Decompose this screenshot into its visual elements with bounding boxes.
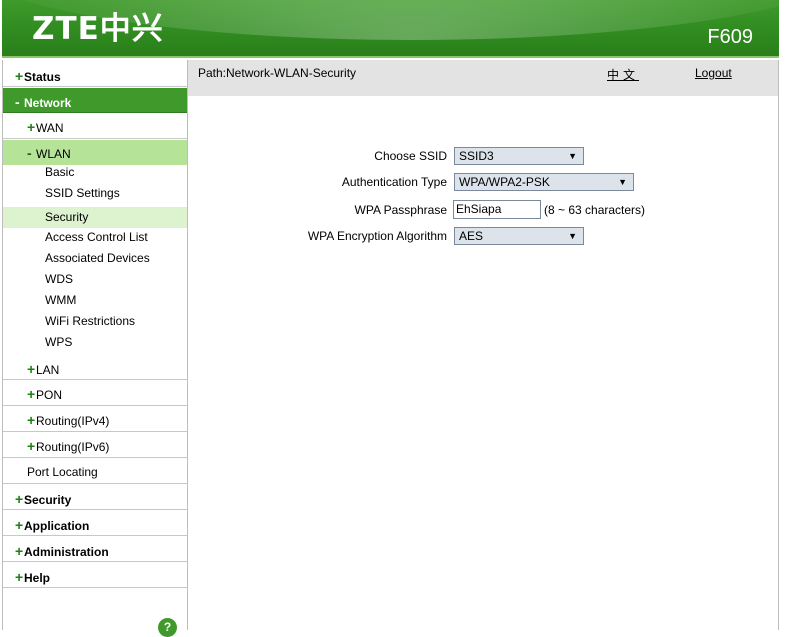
logout-link[interactable]: Logout — [695, 66, 732, 80]
menu-label: Application — [24, 519, 90, 533]
encryption-select-value: AES — [459, 229, 484, 243]
menu-application[interactable]: +Application — [3, 511, 187, 536]
menu-network[interactable]: - Network — [3, 88, 187, 113]
menu-wlan-access-control-list[interactable]: Access Control List — [3, 227, 187, 248]
expand-icon: + — [15, 68, 24, 84]
content-area: Path:Network-WLAN-Security 中文 Logout Cho… — [188, 60, 779, 630]
expand-icon: + — [15, 569, 24, 585]
menu-lan[interactable]: +LAN — [3, 355, 187, 380]
menu-label: LAN — [36, 363, 60, 377]
menu-label: Routing(IPv4) — [36, 414, 110, 428]
model-name: F609 — [707, 26, 753, 48]
menu-wlan-security[interactable]: Security — [3, 207, 187, 228]
language-link[interactable]: 中文 — [607, 66, 639, 83]
menu-label: WLAN — [36, 147, 71, 161]
encryption-algorithm-label: WPA Encryption Algorithm — [307, 229, 447, 243]
menu-wlan-wmm[interactable]: WMM — [3, 290, 187, 311]
expand-icon: + — [27, 386, 36, 402]
expand-icon: + — [15, 491, 24, 507]
menu-label: Status — [24, 70, 61, 84]
auth-type-select[interactable]: WPA/WPA2-PSK ▼ — [454, 173, 634, 191]
passphrase-hint: (8 ~ 63 characters) — [544, 203, 646, 217]
menu-label: WAN — [36, 121, 64, 135]
expand-icon: + — [15, 543, 24, 559]
menu-label: Routing(IPv6) — [36, 440, 110, 454]
auth-type-select-value: WPA/WPA2-PSK — [459, 175, 550, 189]
menu-wlan-associated-devices[interactable]: Associated Devices — [3, 248, 187, 269]
dropdown-arrow-icon: ▼ — [568, 231, 577, 241]
help-icon[interactable]: ? — [158, 618, 177, 637]
menu-help[interactable]: +Help — [3, 563, 187, 588]
expand-icon: + — [27, 361, 36, 377]
menu-label: PON — [36, 388, 63, 402]
menu-label: Security — [24, 493, 72, 507]
menu-port-locating[interactable]: Port Locating — [3, 459, 187, 484]
zte-logo: ZTE中兴 — [32, 11, 164, 47]
expand-icon: + — [27, 412, 36, 428]
collapse-icon: - — [15, 94, 20, 110]
dropdown-arrow-icon: ▼ — [618, 177, 627, 187]
auth-type-label: Authentication Type — [341, 175, 447, 189]
encryption-algorithm-select[interactable]: AES ▼ — [454, 227, 584, 245]
menu-routing-ipv4[interactable]: +Routing(IPv4) — [3, 407, 187, 432]
ssid-select-value: SSID3 — [459, 149, 494, 163]
expand-icon: + — [27, 438, 36, 454]
menu-label: Network — [24, 96, 72, 110]
menu-wlan-wifi-restrictions[interactable]: WiFi Restrictions — [3, 311, 187, 332]
menu-wlan-ssid-settings[interactable]: SSID Settings — [3, 183, 187, 204]
menu-routing-ipv6[interactable]: +Routing(IPv6) — [3, 433, 187, 458]
choose-ssid-label: Choose SSID — [374, 149, 447, 163]
sidebar: +Status - Network +WAN - WLAN Basic SSID S… — [2, 60, 188, 637]
menu-wan[interactable]: +WAN — [3, 114, 187, 139]
menu-wlan-wps[interactable]: WPS — [3, 332, 187, 353]
path-bar: Path:Network-WLAN-Security 中文 Logout — [188, 60, 778, 96]
wpa-passphrase-input[interactable]: EhSiapa — [453, 200, 541, 219]
menu-security[interactable]: +Security — [3, 485, 187, 510]
menu-wlan-basic[interactable]: Basic — [3, 162, 187, 183]
ssid-select[interactable]: SSID3 ▼ — [454, 147, 584, 165]
breadcrumb: Path:Network-WLAN-Security — [198, 66, 357, 80]
menu-status[interactable]: +Status — [3, 62, 187, 87]
menu-pon[interactable]: +PON — [3, 381, 187, 406]
menu-label: Administration — [24, 545, 109, 559]
menu-administration[interactable]: +Administration — [3, 537, 187, 562]
header-banner: ZTE中兴 F609 — [2, 0, 779, 58]
expand-icon: + — [15, 517, 24, 533]
expand-icon: + — [27, 119, 36, 135]
dropdown-arrow-icon: ▼ — [568, 151, 577, 161]
wpa-passphrase-label: WPA Passphrase — [354, 203, 447, 217]
menu-wlan-wds[interactable]: WDS — [3, 269, 187, 290]
menu-label: Help — [24, 571, 51, 585]
